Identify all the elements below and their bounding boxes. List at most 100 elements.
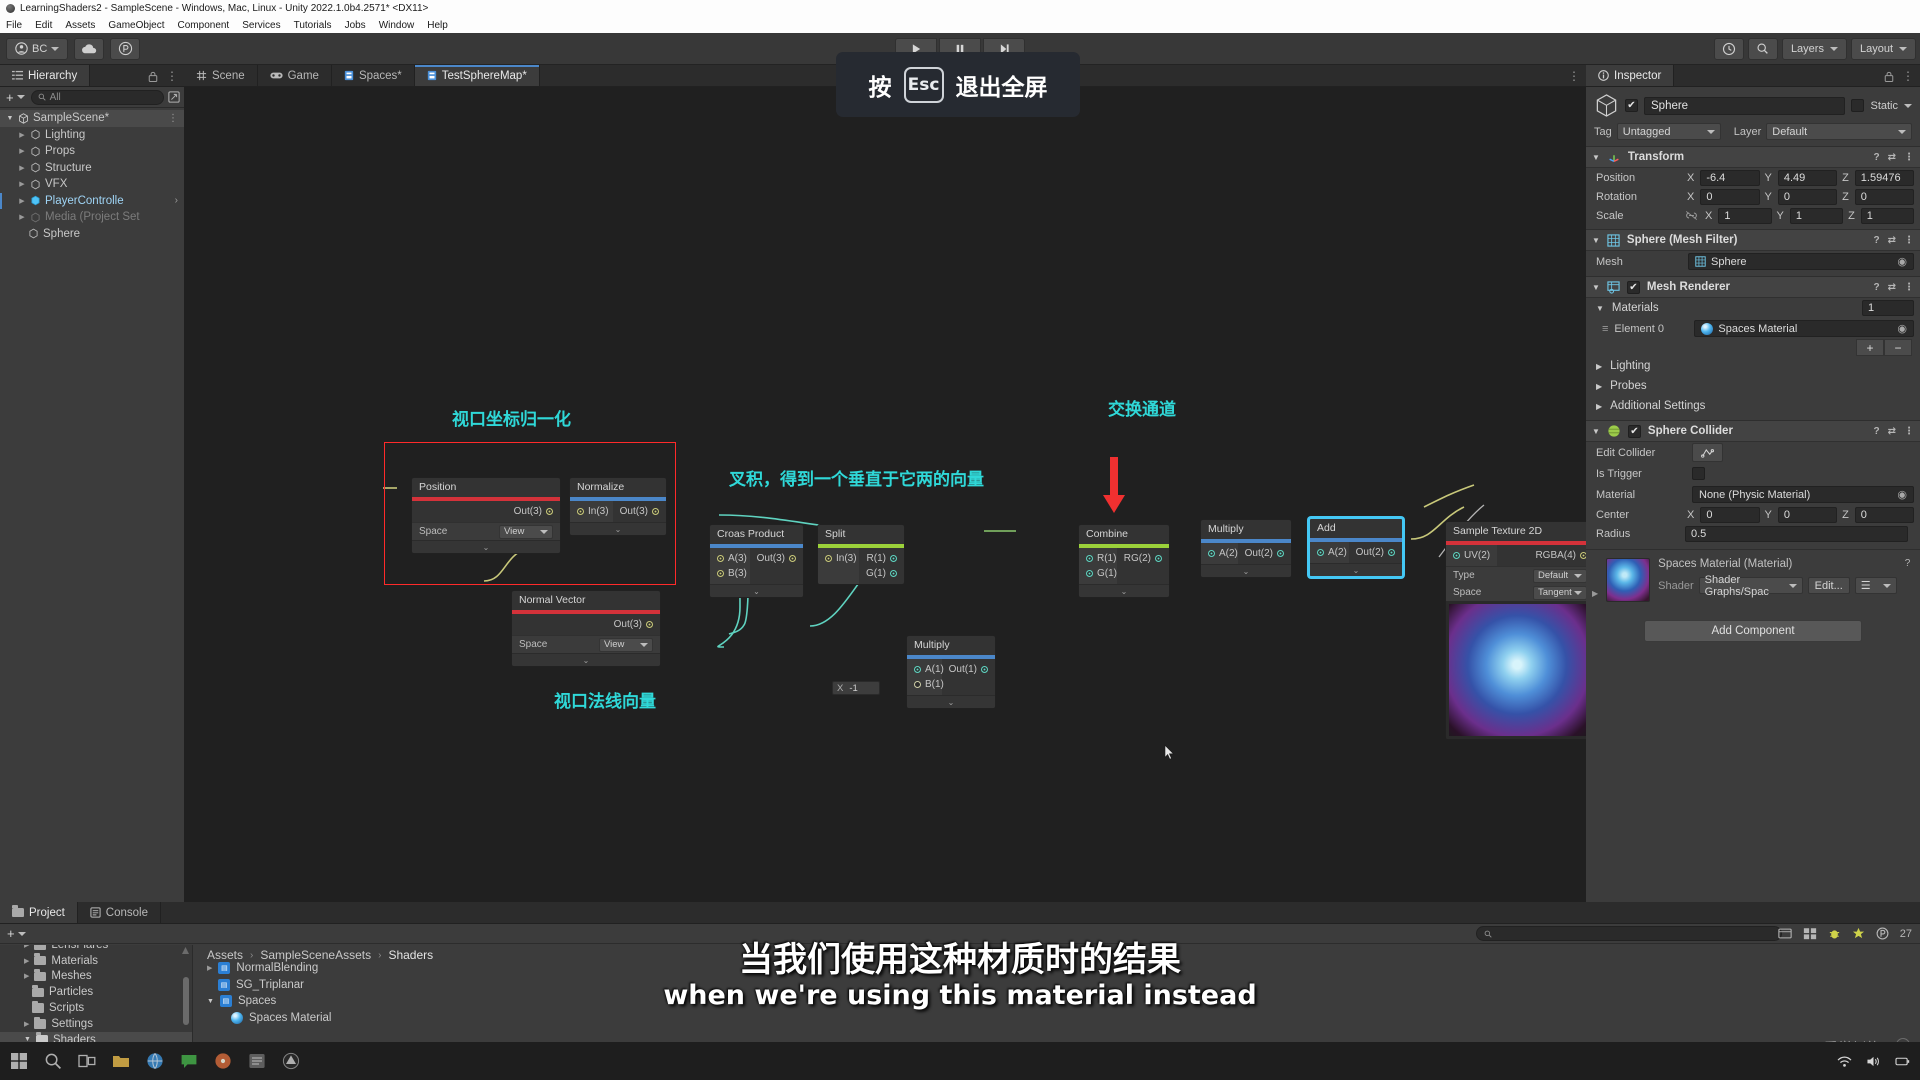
scale-z-field[interactable]: 1 — [1860, 207, 1914, 224]
network-icon[interactable] — [1837, 1055, 1852, 1068]
inline-value-x[interactable]: X -1 — [832, 681, 880, 695]
port-dot-icon[interactable] — [1086, 555, 1093, 562]
kebab-menu-icon[interactable]: ⋮ — [1904, 152, 1914, 163]
chevron-right-icon[interactable]: ▶ — [18, 131, 26, 139]
preset-icon[interactable]: ⇄ — [1888, 152, 1896, 163]
cloud-button[interactable] — [74, 37, 105, 60]
component-header-mesh-filter[interactable]: ▼ Sphere (Mesh Filter) ? ⇄ ⋮ — [1586, 229, 1920, 251]
node-prop-space[interactable]: Space Tangent — [1446, 584, 1586, 601]
menu-file[interactable]: File — [6, 20, 22, 31]
tab-testspheremap[interactable]: TestSphereMap* — [414, 65, 540, 86]
tab-scene[interactable]: Scene — [184, 65, 258, 86]
hierarchy-item-vfx[interactable]: ▶ VFX — [0, 176, 184, 193]
node-output-port[interactable]: Out(2) — [1349, 545, 1402, 560]
node-input-port-uv[interactable]: UV(2) — [1446, 548, 1497, 563]
hierarchy-expand-icon[interactable] — [168, 91, 180, 103]
volume-icon[interactable] — [1866, 1055, 1881, 1068]
object-picker-icon[interactable]: ◉ — [1897, 488, 1907, 501]
favorite-icon[interactable] — [1778, 927, 1792, 940]
node-output-port[interactable]: Out(3) — [512, 617, 660, 632]
port-dot-icon[interactable] — [577, 508, 584, 515]
tab-game[interactable]: Game — [257, 65, 332, 86]
shader-dropdown[interactable]: Shader Graphs/Spac — [1698, 574, 1803, 598]
lock-icon[interactable] — [1884, 71, 1894, 82]
hierarchy-item-playercontroller[interactable]: ▶ PlayerControlle › — [0, 192, 184, 209]
node-add[interactable]: Add A(2) Out(2) ⌄ — [1308, 517, 1404, 578]
node-output-port[interactable]: Out(2) — [1238, 546, 1291, 561]
menu-gameobject[interactable]: GameObject — [108, 20, 164, 31]
position-x-field[interactable]: -6.4 — [1700, 169, 1760, 186]
kebab-menu-icon[interactable]: ⋮ — [1904, 426, 1914, 437]
add-component-button[interactable]: Add Component — [1644, 620, 1862, 642]
help-icon[interactable]: ? — [1874, 152, 1880, 163]
chevron-right-icon[interactable]: ▶ — [1596, 382, 1602, 391]
music-icon[interactable] — [214, 1052, 232, 1070]
bug-icon[interactable] — [1828, 927, 1841, 940]
probes-fold-row[interactable]: ▶ Probes — [1586, 376, 1920, 396]
node-collapse-toggle[interactable]: ⌄ — [1310, 563, 1402, 576]
node-output-port[interactable]: Out(3) — [613, 504, 666, 519]
center-x-field[interactable]: 0 — [1700, 506, 1760, 523]
scale-x-field[interactable]: 1 — [1718, 207, 1772, 224]
hierarchy-item-sphere[interactable]: Sphere — [0, 226, 184, 243]
help-icon[interactable]: ? — [1874, 282, 1880, 293]
project-add-button[interactable]: + — [5, 926, 28, 941]
value-field[interactable]: -1 — [847, 683, 863, 694]
grid-view-icon[interactable] — [1803, 927, 1817, 940]
taskbar-search-icon[interactable] — [44, 1052, 62, 1070]
menu-window[interactable]: Window — [379, 20, 415, 31]
static-checkbox[interactable] — [1851, 99, 1865, 112]
port-dot-icon[interactable] — [1155, 555, 1162, 562]
hierarchy-item-lighting[interactable]: ▶ Lighting — [0, 127, 184, 144]
folder-settings[interactable]: ▶ Settings — [0, 1016, 192, 1032]
port-dot-icon[interactable] — [914, 666, 921, 673]
menu-component[interactable]: Component — [178, 20, 230, 31]
node-normal-vector[interactable]: Normal Vector Out(3) Space View ⌄ — [511, 590, 661, 667]
prop-dropdown[interactable]: Default — [1533, 568, 1586, 583]
node-output-port[interactable]: Out(3) — [412, 504, 560, 519]
tab-spaces[interactable]: Spaces* — [331, 65, 415, 86]
port-dot-icon[interactable] — [717, 555, 724, 562]
node-split[interactable]: Split In(3) R(1) G(1) — [817, 524, 905, 585]
rotation-z-field[interactable]: 0 — [1854, 188, 1914, 205]
chevron-right-icon[interactable]: › — [175, 195, 178, 206]
project-search-input[interactable] — [1476, 926, 1782, 941]
kebab-menu-icon[interactable]: ⋮ — [1904, 235, 1914, 246]
position-z-field[interactable]: 1.59476 — [1854, 169, 1914, 186]
port-dot-icon[interactable] — [1317, 549, 1324, 556]
port-dot-icon[interactable] — [646, 621, 653, 628]
node-collapse-toggle[interactable]: ⌄ — [570, 522, 666, 535]
chevron-right-icon[interactable]: ▶ — [18, 147, 26, 155]
collab-icon[interactable] — [1876, 927, 1889, 940]
prop-dropdown[interactable]: Tangent — [1533, 585, 1586, 600]
node-input-port-a[interactable]: A(3) — [710, 551, 750, 566]
tab-hierarchy[interactable]: Hierarchy — [0, 65, 91, 86]
layer-dropdown[interactable]: Default — [1766, 123, 1912, 140]
kebab-menu-icon[interactable]: ⋮ — [1902, 69, 1914, 83]
node-prop-space[interactable]: Space View — [512, 636, 660, 653]
node-collapse-toggle[interactable]: ⌄ — [1079, 584, 1169, 597]
taskview-icon[interactable] — [78, 1052, 96, 1070]
node-output-port[interactable]: Out(3) — [750, 551, 803, 566]
node-collapse-toggle[interactable]: ⌄ — [710, 584, 803, 597]
node-input-port-r[interactable]: R(1) — [1079, 551, 1117, 566]
hierarchy-search-input[interactable]: All — [30, 89, 164, 105]
chevron-right-icon[interactable]: ▶ — [18, 180, 26, 188]
chat-icon[interactable] — [180, 1052, 198, 1070]
port-dot-icon[interactable] — [1388, 549, 1395, 556]
windows-start-icon[interactable] — [10, 1052, 28, 1070]
node-multiply-lower[interactable]: Multiply A(1) B(1) Out(1) ⌄ — [906, 635, 996, 709]
materials-fold-row[interactable]: ▼ Materials 1 — [1586, 298, 1920, 318]
drag-handle-icon[interactable]: ≡ — [1602, 323, 1608, 335]
node-normalize[interactable]: Normalize In(3) Out(3) ⌄ — [569, 477, 667, 536]
file-explorer-icon[interactable] — [112, 1052, 130, 1070]
port-dot-icon[interactable] — [825, 555, 832, 562]
search-button[interactable] — [1747, 37, 1778, 60]
node-input-port[interactable]: In(3) — [570, 504, 613, 519]
radius-field[interactable]: 0.5 — [1685, 525, 1908, 542]
node-collapse-toggle[interactable]: ⌄ — [907, 695, 995, 708]
rotation-x-field[interactable]: 0 — [1700, 188, 1760, 205]
edit-shader-button[interactable]: Edit... — [1807, 577, 1850, 594]
chevron-down-icon[interactable]: ▼ — [6, 115, 14, 122]
edit-collider-button[interactable] — [1692, 443, 1723, 462]
